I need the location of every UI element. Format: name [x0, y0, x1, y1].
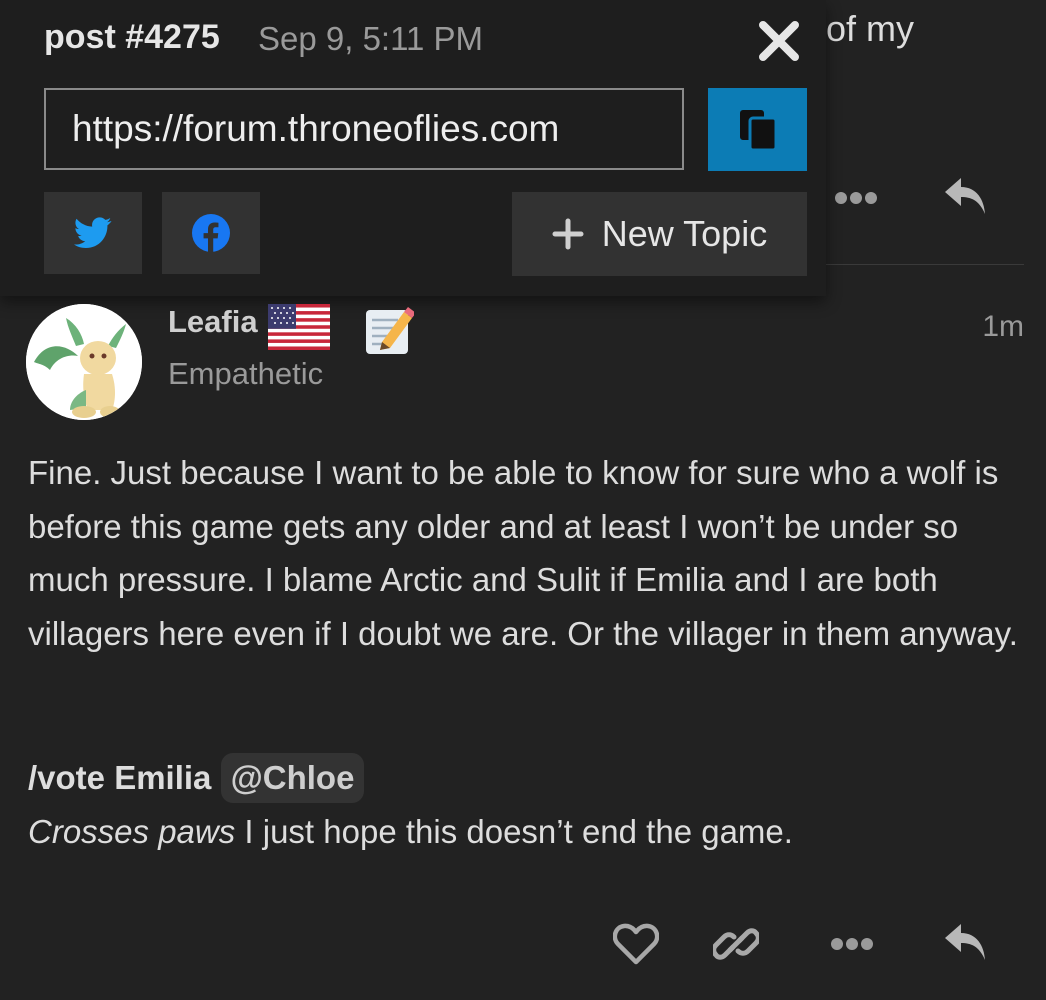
- new-topic-label: New Topic: [601, 213, 768, 254]
- leafeon-avatar-image: [26, 304, 142, 420]
- post-divider: [826, 264, 1024, 265]
- heart-icon: [613, 923, 659, 965]
- closing-text: I just hope this doesn’t end the game.: [235, 813, 793, 850]
- more-button[interactable]: [826, 168, 886, 228]
- close-icon: [759, 21, 799, 61]
- link-icon: [713, 928, 759, 960]
- reply-button[interactable]: [936, 912, 996, 972]
- copy-link-post-button[interactable]: [706, 914, 766, 974]
- vote-line: /vote Emilia @Chloe: [28, 752, 365, 804]
- reply-button[interactable]: [936, 166, 996, 226]
- avatar[interactable]: [26, 304, 142, 420]
- post-time[interactable]: 1m: [982, 310, 1024, 344]
- share-url-input[interactable]: [44, 88, 684, 170]
- more-icon: [835, 192, 877, 204]
- share-twitter-button[interactable]: [44, 192, 142, 274]
- post-paragraph: Fine. Just because I want to be able to …: [28, 454, 1018, 652]
- user-mention[interactable]: @Chloe: [220, 753, 365, 803]
- reply-icon: [945, 924, 985, 960]
- reply-icon: [945, 178, 985, 214]
- forum-page: of my post #4275 Sep 9, 5:11 PM https://…: [0, 0, 1046, 1000]
- facebook-icon: [192, 214, 230, 252]
- new-topic-button[interactable]: New Topic: [512, 192, 807, 276]
- memo-pencil-icon: [366, 307, 414, 354]
- close-button[interactable]: [752, 14, 806, 68]
- vote-command: /vote Emilia: [28, 759, 212, 796]
- closing-line: Crosses paws I just hope this doesn’t en…: [28, 806, 793, 858]
- more-button[interactable]: [822, 914, 882, 974]
- previous-post-actions: [826, 168, 1026, 224]
- copy-link-button[interactable]: [708, 88, 807, 171]
- post-body: Fine. Just because I want to be able to …: [28, 446, 1028, 660]
- copy-icon: [739, 109, 777, 151]
- more-icon: [831, 938, 873, 950]
- share-popup: post #4275 Sep 9, 5:11 PM https://forum.…: [0, 0, 826, 296]
- like-button[interactable]: [606, 914, 666, 974]
- post-username[interactable]: Leafia: [168, 304, 258, 340]
- twitter-icon: [74, 217, 112, 249]
- flag-us-icon: [268, 304, 330, 350]
- user-title: Empathetic: [168, 356, 324, 391]
- previous-post-text: of my: [826, 8, 915, 49]
- share-post-number: post #4275: [44, 18, 220, 56]
- plus-icon: [552, 218, 584, 250]
- share-facebook-button[interactable]: [162, 192, 260, 274]
- share-post-date: Sep 9, 5:11 PM: [258, 20, 484, 57]
- emphasis-text: Crosses paws: [28, 813, 236, 850]
